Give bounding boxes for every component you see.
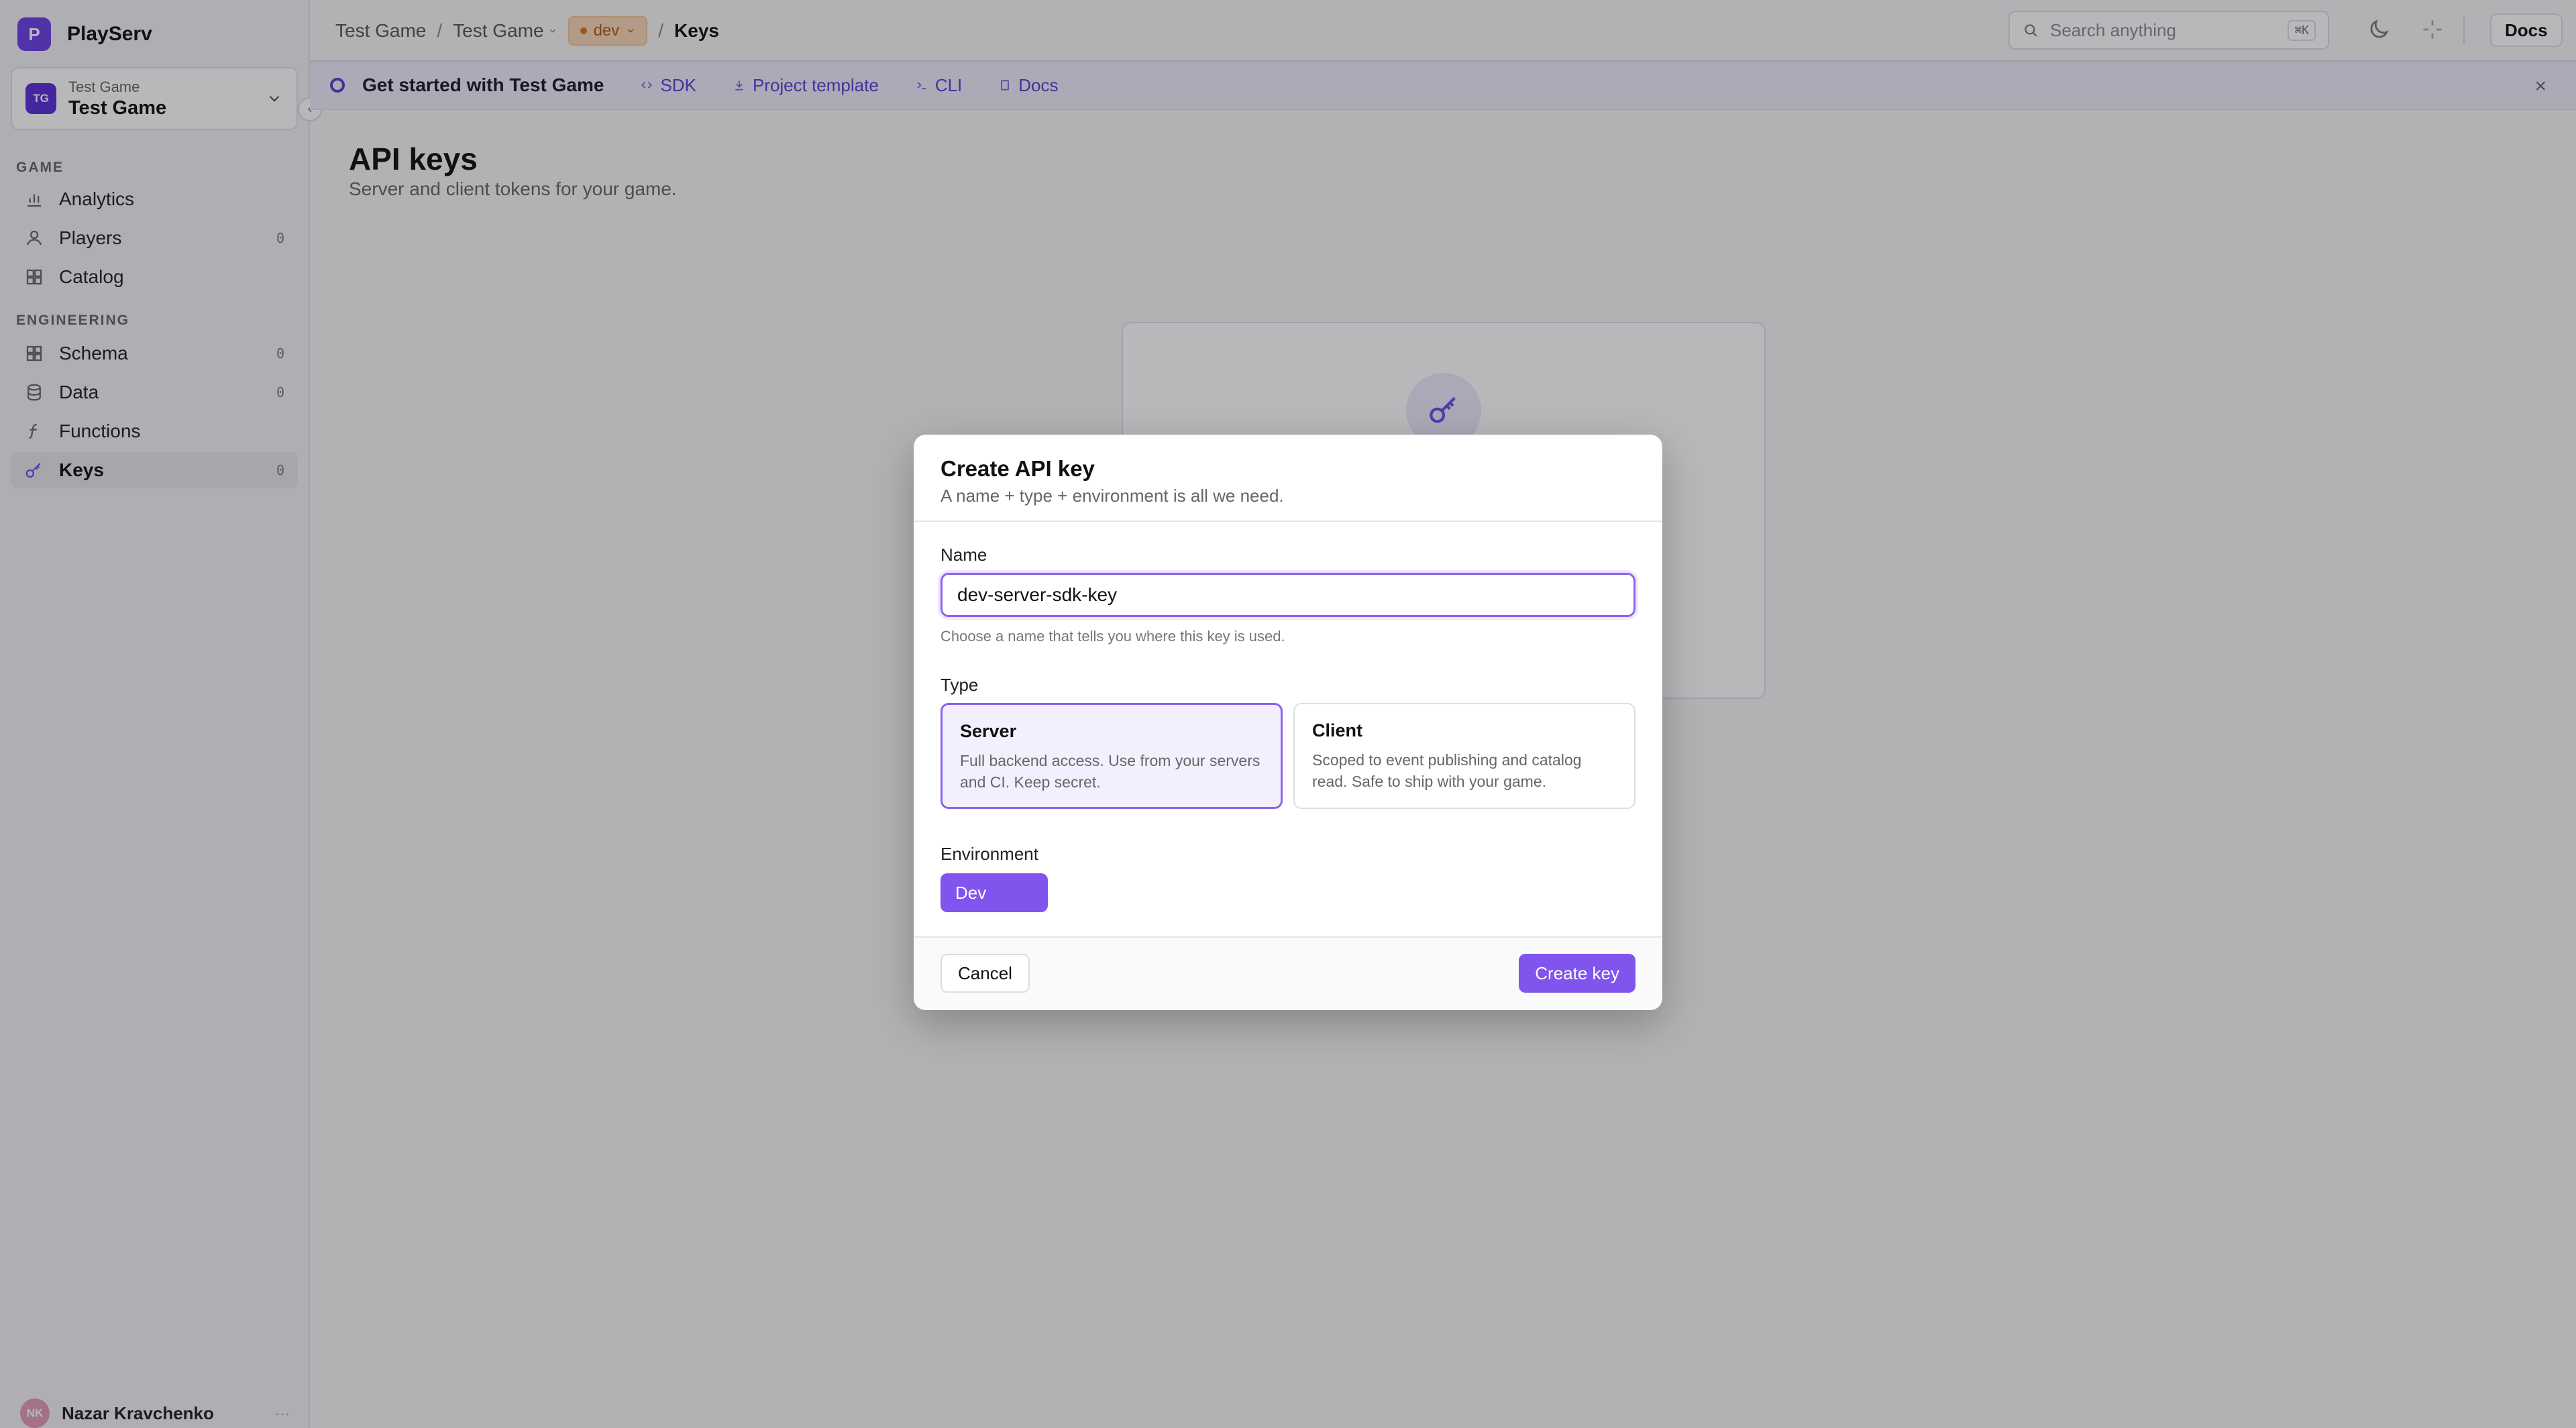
type-option-title: Client — [1312, 720, 1363, 740]
type-option-client[interactable]: Client Scoped to event publishing and ca… — [1293, 703, 1635, 809]
environment-option-dev[interactable]: Dev — [941, 873, 1048, 912]
dialog-subtitle: A name + type + environment is all we ne… — [941, 486, 1284, 506]
create-key-button[interactable]: Create key — [1519, 954, 1635, 993]
dialog-title: Create API key — [941, 456, 1095, 481]
cancel-button[interactable]: Cancel — [941, 954, 1030, 993]
type-option-title: Server — [960, 721, 1017, 741]
name-label: Name — [941, 545, 987, 565]
type-option-description: Full backend access. Use from your serve… — [960, 752, 1260, 791]
key-name-input[interactable] — [941, 573, 1635, 617]
type-option-description: Scoped to event publishing and catalog r… — [1312, 751, 1582, 790]
type-label: Type — [941, 675, 979, 695]
name-hint: Choose a name that tells you where this … — [941, 628, 1285, 645]
dialog-footer: Cancel Create key — [914, 936, 1662, 1010]
type-option-server[interactable]: Server Full backend access. Use from you… — [941, 703, 1283, 809]
environment-label: Environment — [941, 844, 1038, 864]
create-api-key-dialog: Create API key A name + type + environme… — [914, 435, 1662, 1010]
dialog-header: Create API key A name + type + environme… — [914, 435, 1662, 522]
